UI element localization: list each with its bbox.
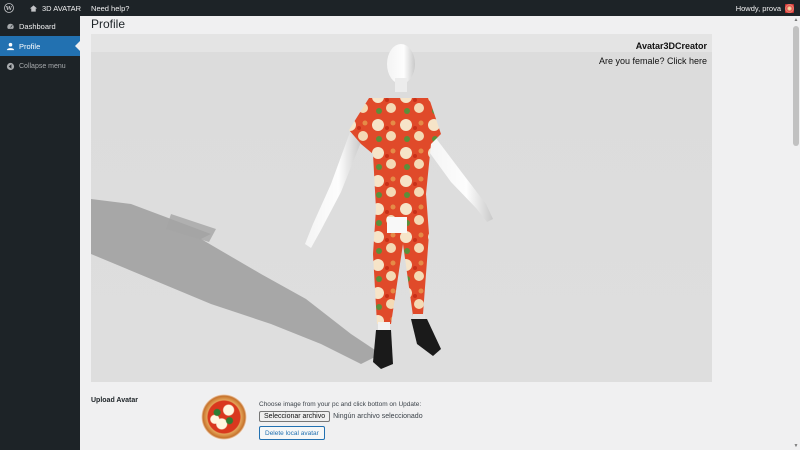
viewer-brand: Avatar3DCreator — [635, 41, 707, 51]
delete-local-avatar-button[interactable]: Delete local avatar — [259, 426, 325, 440]
file-input: Seleccionar archivo Ningún archivo selec… — [259, 411, 423, 422]
svg-text:W: W — [5, 6, 13, 12]
sidebar-item-label: Profile — [19, 41, 41, 51]
upload-avatar-label: Upload Avatar — [91, 397, 138, 404]
sidebar-item-label: Collapse menu — [19, 62, 66, 70]
collapse-menu-button[interactable]: Collapse menu — [0, 56, 80, 76]
collapse-icon — [5, 61, 15, 71]
avatar-image-preview — [201, 394, 247, 440]
user-icon — [5, 41, 15, 51]
sidebar-item-label: Dashboard — [19, 21, 56, 31]
page-title: Profile — [91, 17, 126, 31]
site-name: 3D AVATAR — [42, 3, 82, 13]
greeting: Howdy, prova — [735, 3, 781, 13]
scroll-up-arrow-icon[interactable]: ▲ — [792, 16, 800, 24]
female-avatar-link[interactable]: Are you female? Click here — [599, 56, 707, 66]
avatar — [785, 3, 794, 13]
upload-help-text: Choose image from your pc and click bott… — [259, 401, 422, 408]
home-icon — [29, 4, 38, 12]
file-status: Ningún archivo seleccionado — [333, 413, 423, 420]
avatar-model — [91, 44, 493, 369]
wordpress-logo-icon[interactable]: W — [0, 0, 24, 16]
scroll-down-arrow-icon[interactable]: ▼ — [792, 442, 800, 450]
scroll-thumb[interactable] — [793, 26, 799, 146]
avatar-3d-viewer[interactable]: Avatar3DCreator Are you female? Click he… — [91, 34, 712, 382]
help-link[interactable]: Need help? — [86, 0, 134, 16]
sidebar-item-dashboard[interactable]: Dashboard — [0, 16, 80, 36]
admin-bar: W 3D AVATAR Need help? Howdy, prova — [0, 0, 800, 16]
dashboard-icon — [5, 21, 15, 31]
my-account[interactable]: Howdy, prova — [735, 3, 800, 13]
sidebar-item-profile[interactable]: Profile — [0, 36, 80, 56]
admin-sidebar: Dashboard Profile Collapse menu — [0, 16, 80, 450]
site-name-link[interactable]: 3D AVATAR — [24, 0, 86, 16]
choose-file-button[interactable]: Seleccionar archivo — [259, 411, 331, 422]
page-scrollbar[interactable]: ▲ ▼ — [792, 16, 800, 450]
